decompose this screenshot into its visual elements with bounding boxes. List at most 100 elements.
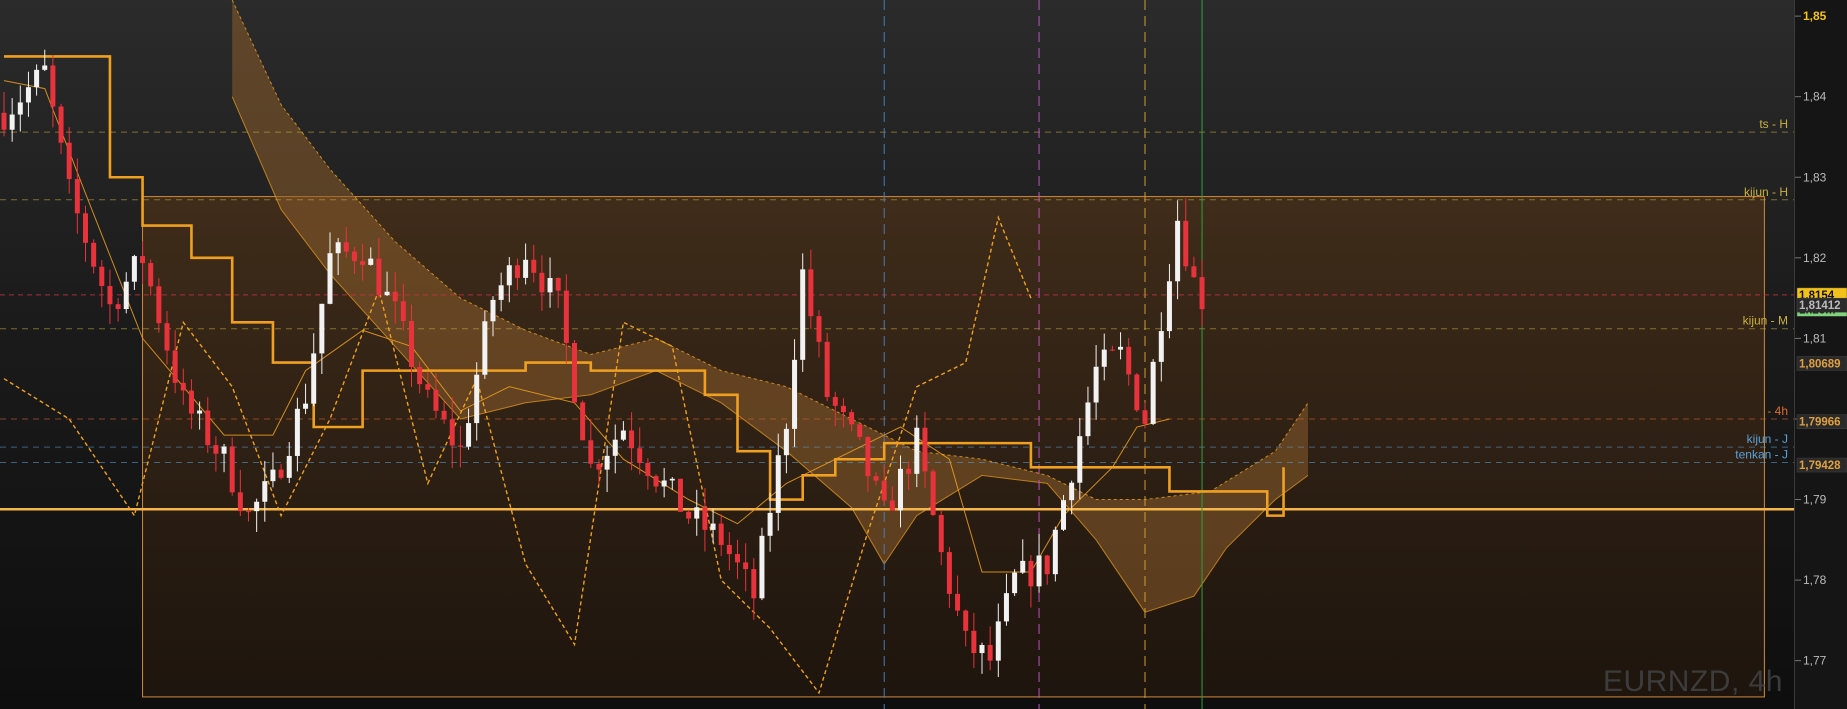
price-axis[interactable]: 1,771,781,791,801,811,821,831,841,851,81… xyxy=(1795,0,1847,709)
level-label: kijun - H xyxy=(1744,185,1788,199)
candle-body xyxy=(180,382,186,391)
candle-body xyxy=(294,408,300,456)
candle-body xyxy=(637,448,643,463)
candle-body xyxy=(694,507,700,519)
candle-body xyxy=(1109,349,1115,351)
price-chart[interactable]: ts - H kijun - H kijun - M - 4h kijun - Jten… xyxy=(0,0,1847,709)
candle-body xyxy=(1175,220,1181,282)
candle-body xyxy=(832,397,838,406)
candle-body xyxy=(1003,593,1009,622)
candle-body xyxy=(360,261,366,265)
candle-body xyxy=(1093,366,1099,403)
candle-body xyxy=(572,343,577,403)
candle-body xyxy=(498,285,504,300)
candle-body xyxy=(164,323,170,351)
candle-body xyxy=(221,446,227,454)
level-label: ts - H xyxy=(1759,117,1788,131)
candle-body xyxy=(1036,555,1042,587)
axis-tick-label: 1,85 xyxy=(1803,9,1827,23)
candle-body xyxy=(237,492,243,512)
candle-body xyxy=(938,515,944,553)
axis-tick-label: 1,84 xyxy=(1803,90,1827,104)
candle-body xyxy=(197,410,203,414)
level-label: kijun - J xyxy=(1747,432,1788,446)
candle-body xyxy=(156,286,162,324)
candle-body xyxy=(857,424,863,437)
chart-window[interactable]: ts - H kijun - H kijun - M - 4h kijun - Jten… xyxy=(0,0,1847,709)
candle-body xyxy=(148,263,154,287)
candle-body xyxy=(580,402,586,441)
candle-body xyxy=(881,480,887,501)
candle-body xyxy=(34,69,40,88)
candle-body xyxy=(205,410,211,446)
price-axis-background xyxy=(1795,0,1847,709)
candle-body xyxy=(987,644,993,661)
candle-body xyxy=(343,242,349,252)
candle-body xyxy=(979,644,985,654)
candle-body xyxy=(735,554,740,563)
candle-body xyxy=(955,593,961,611)
candle-body xyxy=(278,469,284,478)
candle-body xyxy=(767,512,773,536)
candle-body xyxy=(449,419,455,446)
candle-body xyxy=(58,106,64,143)
candle-body xyxy=(946,552,952,594)
axis-divider xyxy=(1794,0,1795,709)
candle-body xyxy=(873,476,879,481)
candle-body xyxy=(392,291,398,302)
candle-body xyxy=(865,436,871,477)
candle-body xyxy=(229,446,235,493)
candle-body xyxy=(906,468,912,474)
level-label: - 4h xyxy=(1767,404,1788,418)
candle-body xyxy=(1012,572,1018,594)
candle-body xyxy=(417,367,423,385)
candle-body xyxy=(531,259,537,273)
level-label: kijun - M xyxy=(1743,314,1788,328)
candle-body xyxy=(514,265,520,278)
candle-body xyxy=(1158,331,1164,362)
axis-tick-label: 1,78 xyxy=(1803,573,1827,587)
candle-body xyxy=(588,440,594,464)
candle-body xyxy=(653,476,659,487)
candle-body xyxy=(1020,560,1026,573)
candle-body xyxy=(327,253,333,304)
candle-body xyxy=(995,621,1001,661)
candle-body xyxy=(66,142,72,180)
candle-body xyxy=(751,569,757,599)
candle-body xyxy=(1166,281,1172,332)
candle-body xyxy=(9,114,15,130)
candle-body xyxy=(645,462,651,477)
candle-body xyxy=(25,87,31,103)
candle-body xyxy=(523,259,529,278)
candle-body xyxy=(1101,349,1107,367)
candle-body xyxy=(743,562,749,570)
candle-body xyxy=(131,256,137,282)
candle-body xyxy=(686,511,692,519)
candle-body xyxy=(433,389,439,411)
candle-body xyxy=(506,265,512,286)
candle-body xyxy=(1118,346,1124,350)
candle-body xyxy=(889,500,895,511)
candle-body xyxy=(1183,220,1189,267)
candle-body xyxy=(1134,374,1140,411)
axis-tick-label: 1,83 xyxy=(1803,170,1827,184)
candle-body xyxy=(759,535,765,599)
candle-body xyxy=(1052,529,1058,575)
candle-body xyxy=(555,278,561,291)
price-tag-label: 1,80689 xyxy=(1799,358,1841,370)
candle-body xyxy=(840,405,846,413)
candle-body xyxy=(1044,555,1050,575)
candle-body xyxy=(808,269,814,317)
candle-body xyxy=(482,321,488,375)
candle-body xyxy=(466,423,472,447)
candle-body xyxy=(425,384,431,390)
candle-body xyxy=(1150,361,1156,424)
candle-body xyxy=(351,251,357,262)
candle-body xyxy=(629,430,635,449)
candle-body xyxy=(335,242,341,254)
candle-body xyxy=(726,544,732,555)
candle-body xyxy=(246,511,251,513)
candle-body xyxy=(800,269,806,360)
candle-body xyxy=(490,299,496,322)
candle-body xyxy=(91,242,97,267)
